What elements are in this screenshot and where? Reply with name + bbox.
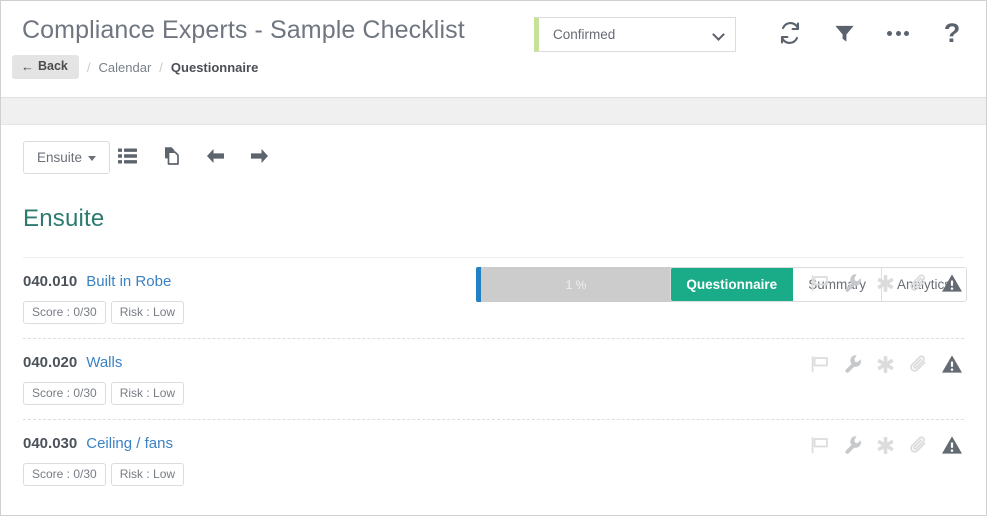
copy-icon[interactable] [159, 143, 183, 169]
risk-badge: Risk : Low [110, 382, 185, 405]
item-badges: Score : 0/30 Risk : Low [23, 382, 964, 405]
wrench-icon[interactable] [840, 432, 865, 458]
questionnaire-content: Ensuite 040.010 Built in Robe Score : 0/… [1, 191, 986, 500]
item-badges: Score : 0/30 Risk : Low [23, 463, 964, 486]
questionnaire-toolbar: Ensuite 1 % Questionnaire Summary Analyt… [1, 125, 986, 302]
item-title-link[interactable]: Built in Robe [86, 273, 171, 290]
paperclip-icon[interactable] [906, 432, 931, 458]
row-icon-group [807, 270, 964, 296]
table-row[interactable]: 040.020 Walls Score : 0/30 Risk : Low [23, 338, 964, 419]
previous-arrow-icon[interactable] [203, 143, 227, 169]
warning-icon[interactable] [939, 432, 964, 458]
refresh-icon[interactable] [776, 17, 804, 49]
score-badge: Score : 0/30 [23, 463, 106, 486]
section-dropdown[interactable]: Ensuite [23, 141, 111, 174]
section-dropdown-label: Ensuite [37, 150, 83, 165]
breadcrumb-separator-2: / [159, 59, 163, 75]
section-title: Ensuite [23, 205, 105, 232]
toolbar-icon-group [115, 143, 271, 169]
page-header: Compliance Experts - Sample Checklist ← … [1, 1, 986, 98]
breadcrumb-separator-1: / [86, 59, 91, 75]
page-title: Compliance Experts - Sample Checklist [22, 16, 465, 44]
application-window: Compliance Experts - Sample Checklist ← … [0, 0, 987, 516]
asterisk-icon[interactable] [873, 351, 898, 377]
status-select-value: Confirmed [553, 27, 616, 42]
dot-2 [895, 30, 901, 36]
item-code: 040.020 [23, 354, 78, 371]
table-row[interactable]: 040.030 Ceiling / fans Score : 0/30 Risk… [23, 419, 964, 500]
item-code: 040.010 [23, 273, 78, 290]
table-row[interactable]: 040.010 Built in Robe Score : 0/30 Risk … [23, 258, 964, 338]
help-icon[interactable]: ? [938, 17, 966, 49]
more-options-icon[interactable] [884, 17, 912, 49]
breadcrumb-current-questionnaire: Questionnaire [170, 59, 259, 75]
warning-icon[interactable] [939, 351, 964, 377]
back-button[interactable]: ← Back [12, 55, 79, 79]
dot-3 [904, 30, 909, 36]
wrench-icon[interactable] [840, 351, 865, 377]
warning-icon[interactable] [939, 270, 964, 296]
secondary-bar [1, 98, 986, 125]
item-code: 040.030 [23, 435, 78, 452]
filter-icon[interactable] [830, 17, 858, 49]
back-arrow-icon: ← [21, 58, 34, 74]
flag-icon[interactable] [807, 432, 832, 458]
caret-down-icon [88, 156, 97, 161]
list-view-icon[interactable] [115, 143, 139, 169]
flag-icon[interactable] [807, 270, 832, 296]
item-badges: Score : 0/30 Risk : Low [23, 301, 964, 324]
risk-badge: Risk : Low [110, 301, 185, 324]
item-title-link[interactable]: Ceiling / fans [86, 435, 173, 452]
breadcrumb-link-calendar[interactable]: Calendar [99, 60, 152, 75]
breadcrumb: ← Back / Calendar / Questionnaire [12, 55, 258, 79]
back-button-label: Back [38, 59, 68, 74]
paperclip-icon[interactable] [906, 351, 931, 377]
risk-badge: Risk : Low [110, 463, 185, 486]
wrench-icon[interactable] [840, 270, 865, 296]
chevron-down-icon [714, 30, 724, 40]
dot-1 [887, 30, 892, 36]
row-icon-group [807, 432, 964, 458]
header-icon-group: ? [776, 17, 966, 49]
paperclip-icon[interactable] [906, 270, 931, 296]
status-select[interactable]: Confirmed [534, 17, 736, 52]
score-badge: Score : 0/30 [23, 301, 106, 324]
next-arrow-icon[interactable] [247, 143, 271, 169]
asterisk-icon[interactable] [873, 432, 898, 458]
row-icon-group [807, 351, 964, 377]
item-title-link[interactable]: Walls [86, 354, 122, 371]
score-badge: Score : 0/30 [23, 382, 106, 405]
asterisk-icon[interactable] [873, 270, 898, 296]
help-glyph: ? [943, 17, 961, 48]
flag-icon[interactable] [807, 351, 832, 377]
